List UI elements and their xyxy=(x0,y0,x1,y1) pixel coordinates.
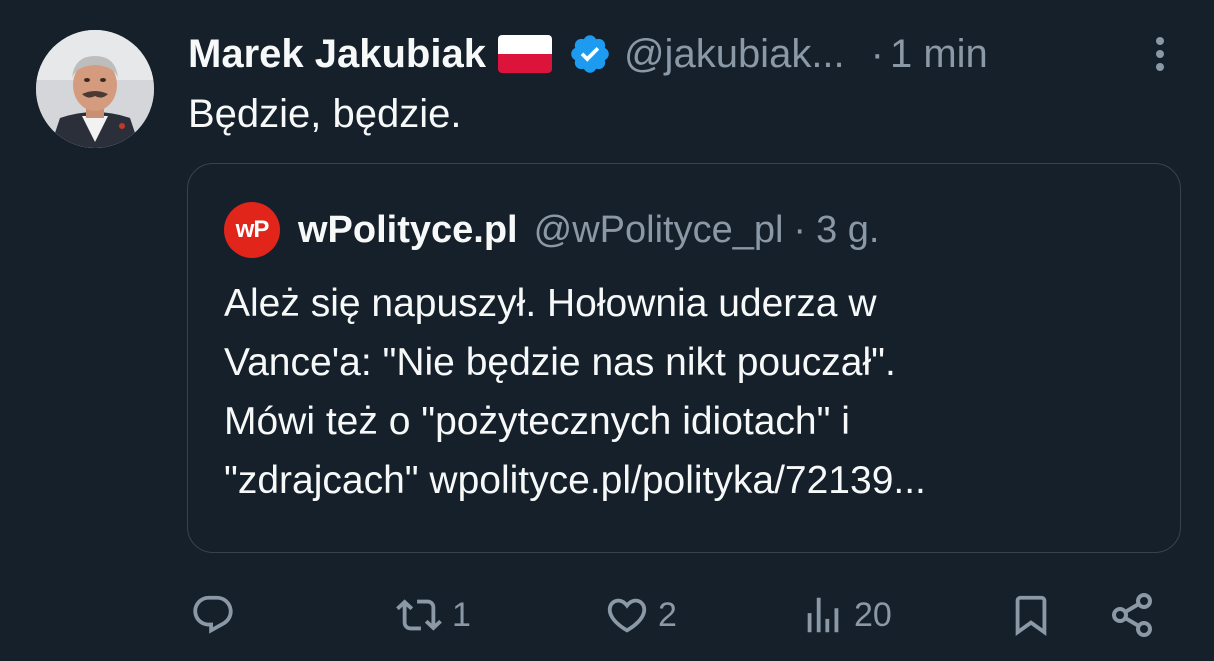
views-chart-icon xyxy=(807,597,839,633)
quoted-text-line: Vance'a: "Nie będzie nas nikt pouczał". xyxy=(224,341,896,384)
tweet-timestamp[interactable]: 1 min xyxy=(890,32,988,77)
quoted-tweet-text: Ależ się napuszył. Hołownia uderza w Van… xyxy=(224,274,1154,510)
quoted-author-handle[interactable]: @wPolityce_pl xyxy=(534,209,784,252)
share-icon xyxy=(1112,593,1152,637)
reply-icon xyxy=(193,595,233,634)
author-display-name[interactable]: Marek Jakubiak xyxy=(188,32,486,77)
author-avatar[interactable] xyxy=(36,30,154,148)
like-button[interactable]: 2 xyxy=(604,585,677,645)
quoted-tweet[interactable]: wP wPolityce.pl @wPolityce_pl · 3 g. Ale… xyxy=(187,163,1181,553)
tweet-text: Będzie, będzie. xyxy=(188,92,462,136)
share-button[interactable] xyxy=(1108,585,1156,645)
retweet-icon xyxy=(396,599,442,631)
quoted-author-display-name[interactable]: wPolityce.pl xyxy=(298,209,518,252)
quoted-text-line: Mówi też o "pożytecznych idiotach" i xyxy=(224,400,850,443)
quoted-separator-dot: · xyxy=(793,208,807,251)
views-button[interactable]: 20 xyxy=(800,585,892,645)
separator-dot: · xyxy=(870,31,884,76)
retweet-count: 1 xyxy=(452,595,471,634)
quoted-author-avatar[interactable]: wP xyxy=(224,202,280,258)
tweet-header: Marek Jakubiak @jakubiak... · 1 min xyxy=(188,28,988,80)
bookmark-icon xyxy=(1015,595,1047,636)
quoted-tweet-timestamp[interactable]: 3 g. xyxy=(816,209,879,252)
poland-flag-icon xyxy=(497,35,552,73)
quoted-text-line: Ależ się napuszył. Hołownia uderza w xyxy=(224,282,877,325)
avatar-image xyxy=(36,30,154,148)
views-count: 20 xyxy=(854,595,892,634)
bookmark-button[interactable] xyxy=(1008,585,1054,645)
verified-badge-icon[interactable] xyxy=(568,32,612,76)
reply-button[interactable] xyxy=(190,585,244,645)
tweet-card[interactable]: Marek Jakubiak @jakubiak... · 1 min Będz… xyxy=(0,0,1214,661)
retweet-button[interactable]: 1 xyxy=(394,585,471,645)
quoted-avatar-logo: wP xyxy=(235,216,270,243)
like-count: 2 xyxy=(658,595,677,634)
quoted-text-line[interactable]: "zdrajcach" wpolityce.pl/polityka/72139.… xyxy=(224,451,1154,510)
author-handle[interactable]: @jakubiak... xyxy=(624,32,845,77)
more-options-icon[interactable] xyxy=(1146,34,1174,74)
heart-icon xyxy=(607,598,647,633)
tweet-actions: 1 2 20 xyxy=(0,585,1214,645)
quoted-tweet-header: wP wPolityce.pl @wPolityce_pl · 3 g. xyxy=(224,202,879,258)
